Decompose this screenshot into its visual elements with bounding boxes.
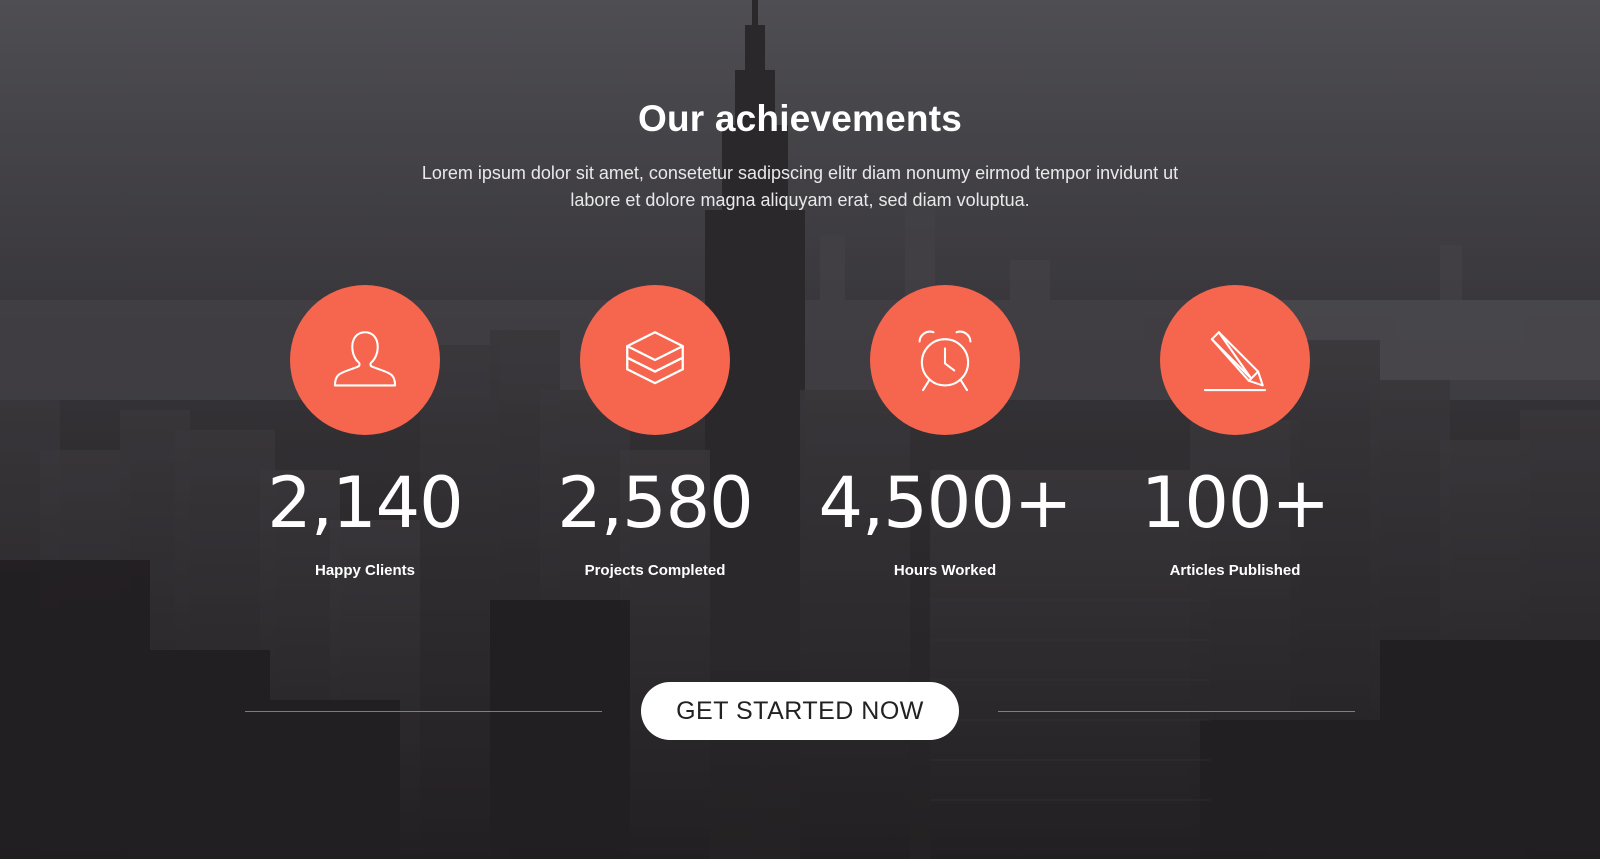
alarm-clock-icon	[918, 330, 972, 392]
achievements-section: Our achievements Lorem ipsum dolor sit a…	[0, 0, 1600, 859]
user-icon	[333, 331, 397, 387]
get-started-button[interactable]: GET STARTED NOW	[641, 682, 959, 740]
stat-value: 2,140	[267, 462, 463, 544]
stat-value: 2,580	[557, 462, 753, 544]
stat-value: 100+	[1140, 462, 1330, 544]
stat-icon-circle	[1160, 285, 1310, 435]
stat-hours-worked: 4,500+ Hours Worked	[815, 285, 1075, 579]
stat-icon-circle	[580, 285, 730, 435]
stat-happy-clients: 2,140 Happy Clients	[235, 285, 495, 579]
stat-value: 4,500+	[818, 462, 1072, 544]
stat-icon-circle	[870, 285, 1020, 435]
stat-projects-completed: 2,580 Projects Completed	[525, 285, 785, 579]
divider-right	[998, 711, 1355, 712]
stat-label: Hours Worked	[893, 562, 997, 579]
section-title: Our achievements	[637, 98, 962, 139]
stat-label: Happy Clients	[314, 562, 416, 579]
subtitle-line-1: Lorem ipsum dolor sit amet, consetetur s…	[421, 163, 1179, 183]
stat-icon-circle	[290, 285, 440, 435]
stat-label: Projects Completed	[584, 562, 726, 579]
divider-left	[245, 711, 602, 712]
subtitle-line-2: labore et dolore magna aliquyam erat, se…	[570, 190, 1030, 210]
pencil-icon	[1203, 331, 1267, 392]
stat-articles-published: 100+ Articles Published	[1105, 285, 1365, 579]
layers-icon	[626, 331, 684, 385]
stat-label: Articles Published	[1169, 562, 1301, 579]
section-subtitle: Lorem ipsum dolor sit amet, consetetur s…	[400, 160, 1200, 214]
